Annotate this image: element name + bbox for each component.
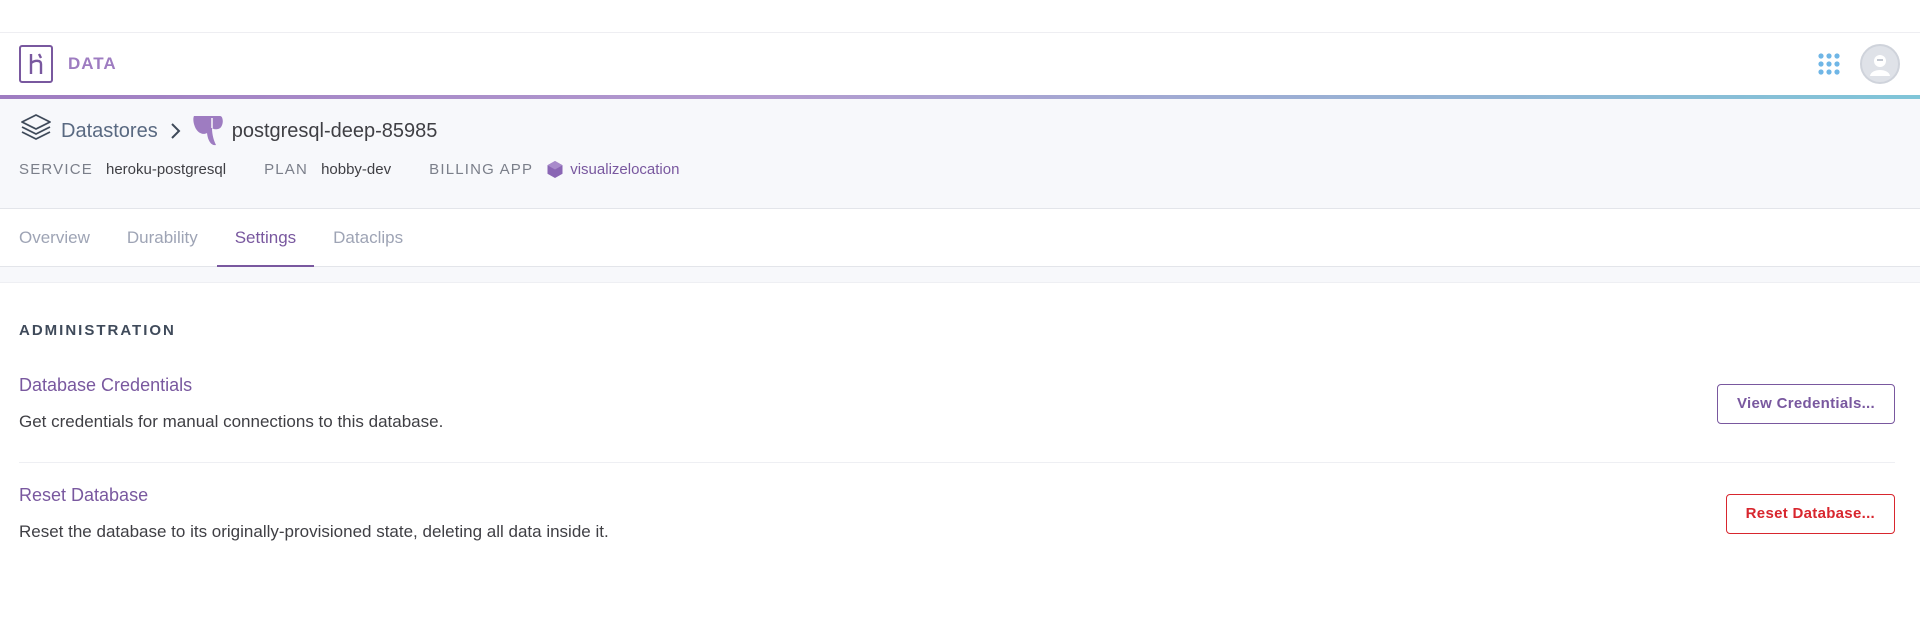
database-credentials-title: Database Credentials bbox=[19, 375, 193, 395]
administration-heading: ADMINISTRATION bbox=[19, 322, 176, 339]
tab-durability[interactable]: Durability bbox=[127, 209, 198, 266]
tab-bar: Overview Durability Settings Dataclips bbox=[0, 209, 1920, 267]
header-actions bbox=[1816, 44, 1900, 84]
database-name: postgresql-deep-85985 bbox=[231, 119, 438, 142]
brand[interactable]: DATA bbox=[19, 45, 117, 83]
user-avatar-icon[interactable] bbox=[1860, 44, 1900, 84]
service-label: SERVICE bbox=[19, 161, 93, 178]
reset-database-text: Reset Database Reset the database to its… bbox=[19, 485, 609, 542]
top-strip bbox=[0, 0, 1920, 33]
plan-label: PLAN bbox=[264, 161, 309, 178]
tab-dataclips[interactable]: Dataclips bbox=[333, 209, 403, 266]
billing-app-link[interactable]: visualizelocation bbox=[546, 160, 679, 179]
reset-database-row: Reset Database Reset the database to its… bbox=[19, 463, 1895, 568]
database-credentials-text: Database Credentials Get credentials for… bbox=[19, 375, 443, 432]
view-credentials-button[interactable]: View Credentials... bbox=[1717, 383, 1895, 424]
tab-overview[interactable]: Overview bbox=[19, 209, 90, 266]
datastore-header: Datastores postgresql-deep-85985 SERVICE… bbox=[0, 99, 1920, 209]
plan-value: hobby-dev bbox=[321, 161, 392, 178]
database-credentials-row: Database Credentials Get credentials for… bbox=[19, 339, 1895, 463]
billing-app-label: BILLING APP bbox=[429, 161, 534, 178]
brand-label: DATA bbox=[68, 54, 117, 73]
postgres-icon bbox=[190, 113, 226, 149]
heroku-logo-icon bbox=[19, 45, 53, 83]
datastore-meta: SERVICE heroku-postgresql PLAN hobby-dev… bbox=[19, 160, 1901, 179]
hexagon-app-icon bbox=[546, 160, 564, 179]
breadcrumb-datastores[interactable]: Datastores bbox=[19, 111, 158, 151]
stacked-layers-icon bbox=[19, 111, 53, 151]
service-value: heroku-postgresql bbox=[105, 161, 227, 178]
breadcrumb: Datastores postgresql-deep-85985 bbox=[19, 113, 1901, 149]
tab-settings[interactable]: Settings bbox=[216, 209, 315, 267]
app-header: DATA bbox=[0, 33, 1920, 95]
breadcrumb-datastores-label: Datastores bbox=[61, 119, 158, 142]
reset-database-title: Reset Database bbox=[19, 485, 149, 505]
settings-content: ADMINISTRATION Database Credentials Get … bbox=[0, 322, 1920, 568]
database-credentials-description: Get credentials for manual connections t… bbox=[19, 412, 444, 431]
chevron-right-icon bbox=[170, 122, 182, 140]
reset-database-button[interactable]: Reset Database... bbox=[1725, 493, 1895, 534]
grid-apps-icon[interactable] bbox=[1816, 51, 1842, 77]
reset-database-description: Reset the database to its originally-pro… bbox=[19, 522, 609, 541]
billing-app-value: visualizelocation bbox=[570, 161, 680, 178]
content-divider bbox=[0, 267, 1920, 283]
